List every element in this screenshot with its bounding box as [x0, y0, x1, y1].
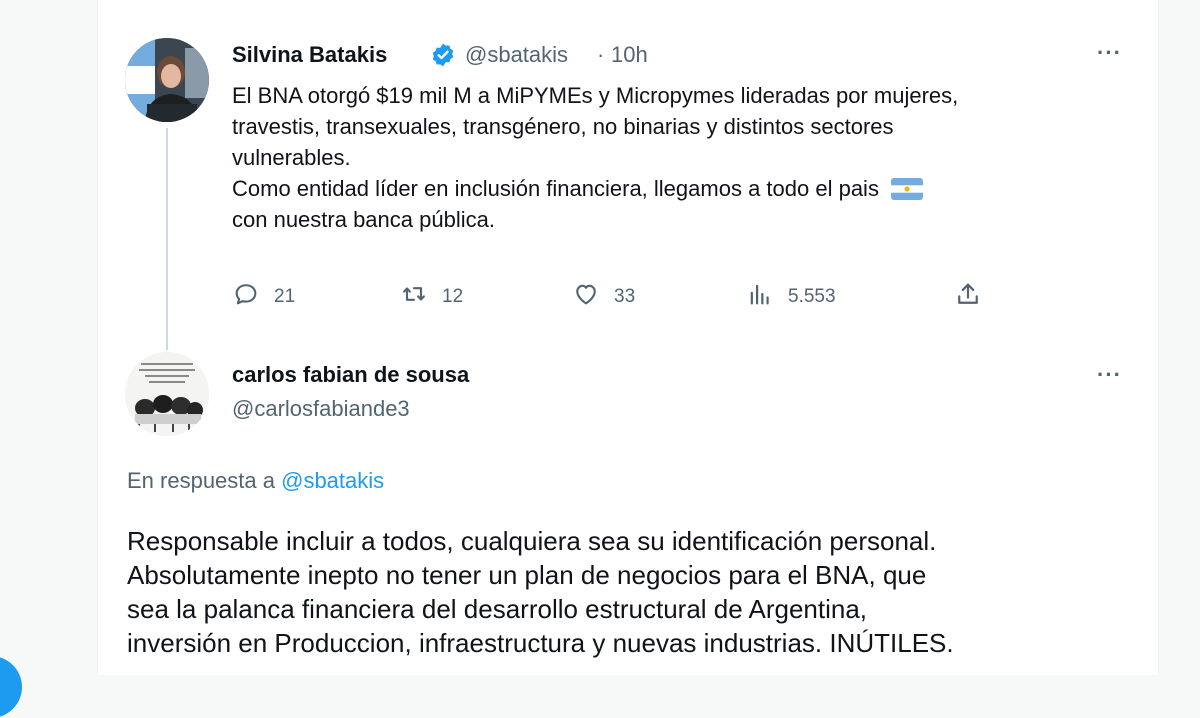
carlos-avatar[interactable]	[125, 352, 209, 436]
reply-icon	[232, 280, 260, 314]
reply-text-line: Absolutamente inepto no tener un plan de…	[127, 560, 927, 590]
views-button[interactable]: 5.553	[746, 280, 836, 314]
reply-author-name[interactable]: carlos fabian de sousa	[232, 362, 469, 388]
reply-text-line: sea la palanca financiera del desarrollo…	[127, 594, 868, 624]
reply-body: Responsable incluir a todos, cualquiera …	[127, 524, 954, 660]
tweet-body: El BNA otorgó $19 mil M a MiPYMEs y Micr…	[232, 80, 1112, 235]
reply-author-handle[interactable]: @carlosfabiande3	[232, 396, 410, 422]
share-icon	[954, 280, 982, 314]
verified-badge-icon	[430, 42, 456, 68]
in-reply-to-mention-link[interactable]: @sbatakis	[281, 468, 384, 493]
views-bar-chart-icon	[746, 280, 774, 314]
reply-button[interactable]: 21	[232, 280, 295, 314]
silvina-avatar[interactable]	[125, 38, 209, 122]
tweet-author-handle[interactable]: @sbatakis	[465, 42, 568, 68]
tweet-text-line: travestis, transexuales, transgénero, no…	[232, 114, 894, 139]
tweet-text-line-with-flag: Como entidad líder en inclusión financie…	[232, 173, 1112, 204]
views-count: 5.553	[788, 286, 836, 307]
tweet-text-line: con nuestra banca pública.	[232, 207, 495, 232]
tweet-text-line: vulnerables.	[232, 145, 351, 170]
in-reply-to: En respuesta a @sbatakis	[127, 468, 384, 494]
handle-time-separator: ·	[597, 42, 605, 67]
compose-fab-partial[interactable]	[0, 656, 22, 718]
tweet-actions-bar: 21 12 33 5.553	[232, 280, 992, 310]
in-reply-to-label: En respuesta a	[127, 468, 275, 493]
thread-connector-line	[166, 128, 168, 350]
reply-text-line: inversión en Produccion, infraestructura…	[127, 628, 954, 658]
like-count: 33	[614, 286, 636, 307]
retweet-icon	[400, 280, 428, 314]
more-horizontal-icon[interactable]: ···	[1097, 40, 1122, 66]
reply-text-line: Responsable incluir a todos, cualquiera …	[127, 526, 937, 556]
argentina-flag-icon	[891, 177, 924, 201]
tweet-author-name[interactable]: Silvina Batakis	[232, 42, 387, 68]
tweet-timestamp[interactable]: 10h	[611, 42, 648, 68]
more-horizontal-icon[interactable]: ···	[1097, 362, 1122, 388]
reply-count: 21	[274, 286, 296, 307]
tweet-text-line: Como entidad líder en inclusión financie…	[232, 176, 879, 201]
retweet-count: 12	[442, 286, 464, 307]
retweet-button[interactable]: 12	[400, 280, 463, 314]
share-button[interactable]	[954, 280, 982, 314]
heart-icon	[572, 280, 600, 314]
tweet-text-line: El BNA otorgó $19 mil M a MiPYMEs y Micr…	[232, 83, 959, 108]
like-button[interactable]: 33	[572, 280, 635, 314]
